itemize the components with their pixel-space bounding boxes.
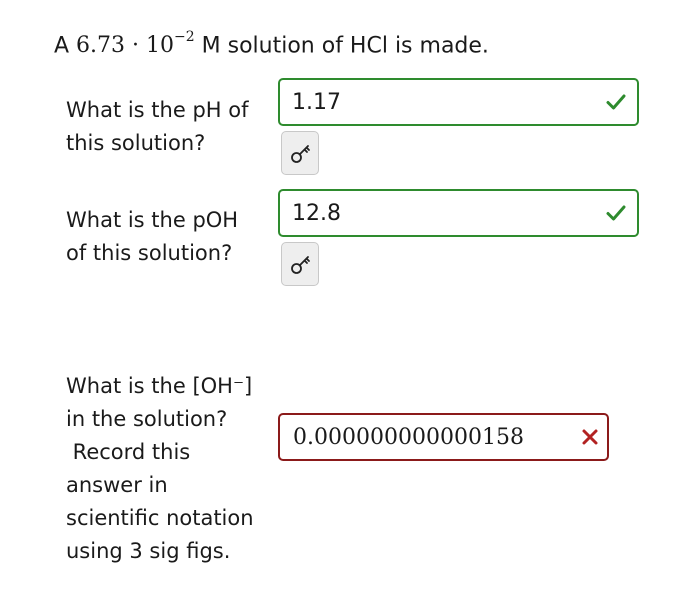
concentration-exponent: −2 — [174, 29, 195, 45]
key-icon — [291, 256, 310, 274]
problem-prefix: A — [54, 33, 77, 59]
question-hydroxide-line-3: Record this — [66, 440, 191, 464]
poh-answer-field[interactable]: 12.8 — [278, 189, 639, 237]
ph-hint-button[interactable] — [281, 131, 319, 175]
question-poh: What is the pOH of this solution? — [66, 204, 238, 270]
checkmark-icon — [606, 205, 626, 221]
question-hydroxide-line-4: answer in — [66, 473, 168, 497]
question-ph-line-1: What is the pH of — [66, 98, 249, 122]
question-ph-line-2: this solution? — [66, 131, 206, 155]
question-hydroxide-line-5: scientific notation — [66, 506, 254, 530]
concentration-value: 6.73 · 10−2 — [76, 29, 195, 59]
question-ph: What is the pH of this solution? — [66, 94, 248, 160]
hydroxide-answer-field[interactable]: 0.000000000000158 — [278, 413, 609, 461]
checkmark-icon — [606, 94, 626, 110]
question-poh-line-2: of this solution? — [66, 241, 233, 265]
poh-answer-value[interactable]: 12.8 — [292, 199, 341, 229]
key-icon — [291, 145, 310, 163]
hydroxide-answer-value[interactable]: 0.000000000000158 — [293, 423, 524, 453]
problem-statement: A 6.73 · 10−2 M solution of HCl is made. — [54, 22, 489, 64]
question-hydroxide: What is the [OH⁻] in the solution? Recor… — [66, 370, 254, 568]
ph-answer-value[interactable]: 1.17 — [292, 88, 341, 118]
poh-hint-button[interactable] — [281, 242, 319, 286]
question-hydroxide-line-2: in the solution? — [66, 407, 228, 431]
question-hydroxide-line-6: using 3 sig figs. — [66, 539, 231, 563]
question-poh-line-1: What is the pOH — [66, 208, 239, 232]
problem-suffix: M solution of HCl is made. — [194, 33, 489, 59]
question-hydroxide-line-1: What is the [OH⁻] — [66, 374, 253, 398]
ph-answer-field[interactable]: 1.17 — [278, 78, 639, 126]
x-mark-icon — [582, 429, 598, 445]
